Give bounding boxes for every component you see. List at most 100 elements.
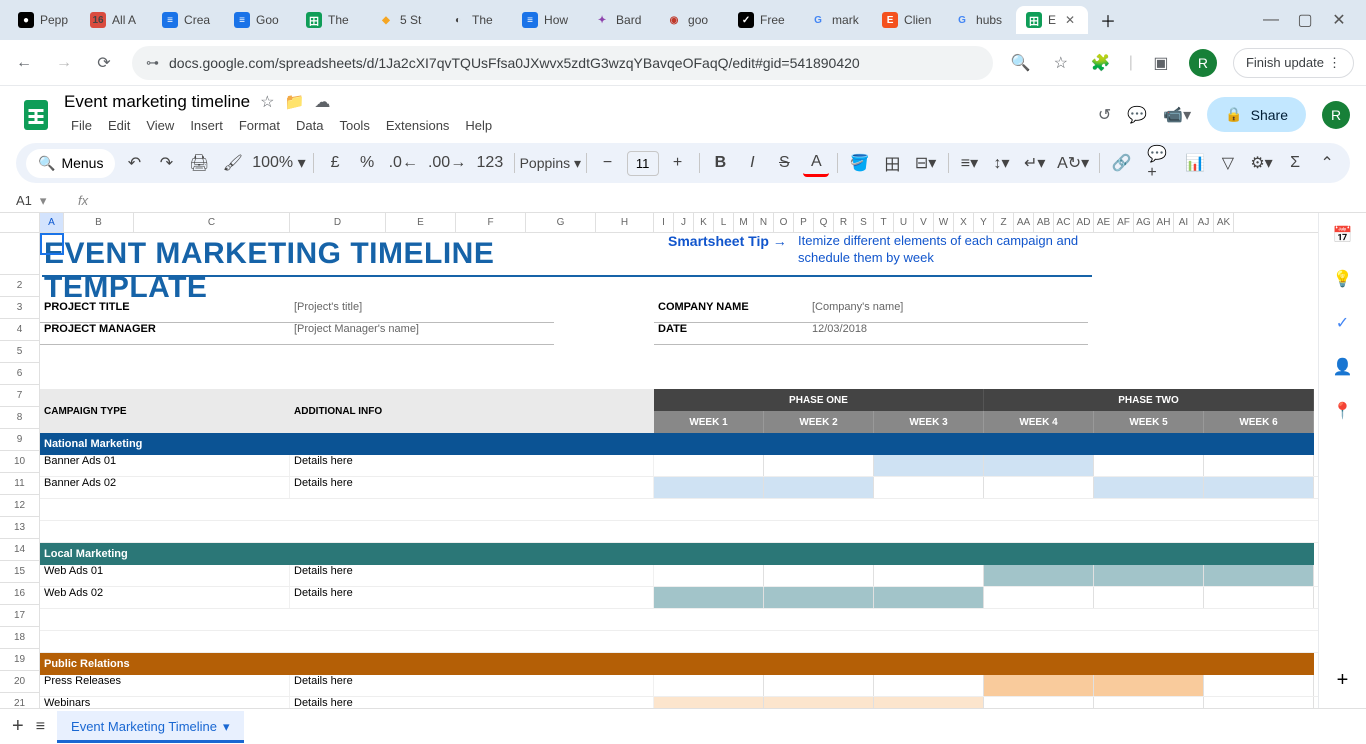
column-header[interactable]: AD [1074, 213, 1094, 232]
maximize-icon[interactable]: ▢ [1298, 13, 1312, 27]
table-cell[interactable]: Web Ads 02 [40, 587, 290, 608]
timeline-cell[interactable] [764, 477, 874, 498]
font-size-input[interactable]: 11 [627, 151, 659, 176]
functions-button[interactable]: Σ [1282, 149, 1308, 177]
column-header[interactable]: R [834, 213, 854, 232]
column-header[interactable]: W [934, 213, 954, 232]
row-header[interactable]: 4 [0, 319, 40, 341]
column-header[interactable]: A [40, 213, 64, 232]
column-header[interactable]: M [734, 213, 754, 232]
menu-insert[interactable]: Insert [183, 114, 230, 137]
column-header[interactable]: H [596, 213, 654, 232]
browser-tab[interactable]: 16All A [80, 6, 150, 34]
finish-update-button[interactable]: Finish update⋮ [1233, 48, 1354, 78]
column-header[interactable]: AJ [1194, 213, 1214, 232]
table-cell[interactable]: Details here [290, 565, 654, 586]
account-avatar[interactable]: R [1322, 101, 1350, 129]
column-header[interactable]: Y [974, 213, 994, 232]
maps-icon[interactable]: 📍 [1333, 401, 1353, 421]
column-header[interactable]: Z [994, 213, 1014, 232]
column-header[interactable]: E [386, 213, 456, 232]
browser-tab[interactable]: EClien [872, 6, 942, 34]
column-header[interactable]: AK [1214, 213, 1234, 232]
redo-button[interactable]: ↷ [153, 149, 179, 177]
select-all-corner[interactable] [0, 213, 40, 233]
sheets-logo-icon[interactable] [16, 95, 56, 135]
row-header[interactable]: 8 [0, 407, 40, 429]
contacts-icon[interactable]: 👤 [1333, 357, 1353, 377]
menu-edit[interactable]: Edit [101, 114, 137, 137]
timeline-cell[interactable] [654, 697, 764, 708]
add-panel-button[interactable]: + [1337, 669, 1349, 692]
column-header[interactable]: AC [1054, 213, 1074, 232]
row-header[interactable]: 15 [0, 561, 40, 583]
history-icon[interactable]: ↺ [1098, 105, 1111, 125]
timeline-cell[interactable] [1094, 565, 1204, 586]
row-header[interactable]: 14 [0, 539, 40, 561]
calendar-icon[interactable]: 📅 [1333, 225, 1353, 245]
row-header[interactable]: 13 [0, 517, 40, 539]
percent-button[interactable]: % [354, 149, 380, 177]
browser-tab[interactable]: ◆5 St [368, 6, 438, 34]
decrease-decimal-button[interactable]: .0← [386, 149, 420, 177]
tasks-icon[interactable]: ✓ [1336, 313, 1349, 333]
profile-avatar[interactable]: R [1189, 49, 1217, 77]
column-header[interactable]: B [64, 213, 134, 232]
browser-tab[interactable]: ✦Bard [584, 6, 654, 34]
currency-button[interactable]: £ [322, 149, 348, 177]
close-window-icon[interactable]: ✕ [1332, 13, 1346, 27]
table-cell[interactable]: Details here [290, 455, 654, 476]
column-header[interactable]: N [754, 213, 774, 232]
undo-button[interactable]: ↶ [121, 149, 147, 177]
rotate-button[interactable]: A↻▾ [1055, 149, 1092, 177]
fill-color-button[interactable]: 🪣 [846, 149, 873, 177]
table-cell[interactable]: Banner Ads 02 [40, 477, 290, 498]
timeline-cell[interactable] [1094, 675, 1204, 696]
column-header[interactable]: V [914, 213, 934, 232]
timeline-cell[interactable] [984, 675, 1094, 696]
filter-button[interactable]: ▽ [1215, 149, 1241, 177]
text-color-button[interactable]: A [803, 149, 829, 177]
address-bar[interactable]: ⊶ docs.google.com/spreadsheets/d/1Ja2cXI… [132, 46, 993, 80]
column-header[interactable]: K [694, 213, 714, 232]
all-sheets-button[interactable]: ≡ [36, 718, 45, 736]
table-cell[interactable]: Details here [290, 675, 654, 696]
column-header[interactable]: X [954, 213, 974, 232]
timeline-cell[interactable] [874, 587, 984, 608]
menus-button[interactable]: 🔍Menus [26, 149, 115, 178]
table-cell[interactable]: Banner Ads 01 [40, 455, 290, 476]
wrap-button[interactable]: ↵▾ [1020, 149, 1048, 177]
browser-tab[interactable]: Gmark [800, 6, 870, 34]
column-header[interactable]: P [794, 213, 814, 232]
timeline-cell[interactable] [654, 477, 764, 498]
table-cell[interactable]: Details here [290, 697, 654, 708]
timeline-cell[interactable] [1204, 565, 1314, 586]
h-align-button[interactable]: ≡▾ [956, 149, 982, 177]
menu-format[interactable]: Format [232, 114, 287, 137]
more-formats-button[interactable]: 123 [474, 149, 506, 177]
row-header[interactable]: 5 [0, 341, 40, 363]
column-header[interactable]: L [714, 213, 734, 232]
forward-button[interactable]: → [52, 51, 76, 75]
strikethrough-button[interactable]: S [771, 149, 797, 177]
star-icon[interactable]: ☆ [260, 92, 274, 112]
table-cell[interactable]: Web Ads 01 [40, 565, 290, 586]
column-header[interactable]: G [526, 213, 596, 232]
add-sheet-button[interactable]: + [12, 715, 24, 738]
column-header[interactable]: D [290, 213, 386, 232]
browser-tab[interactable]: ✓Free [728, 6, 798, 34]
column-header[interactable]: Q [814, 213, 834, 232]
column-header[interactable]: AE [1094, 213, 1114, 232]
browser-tab[interactable]: 田The [296, 6, 366, 34]
row-header[interactable]: 12 [0, 495, 40, 517]
browser-tab[interactable]: ◐The [440, 6, 510, 34]
increase-font-button[interactable]: + [665, 149, 691, 177]
close-icon[interactable]: ✕ [1062, 12, 1078, 28]
row-header[interactable]: 18 [0, 627, 40, 649]
filter-views-button[interactable]: ⚙▾ [1247, 149, 1276, 177]
menu-view[interactable]: View [139, 114, 181, 137]
table-cell[interactable]: Webinars [40, 697, 290, 708]
column-header[interactable]: F [456, 213, 526, 232]
document-title[interactable]: Event marketing timeline [64, 92, 250, 112]
back-button[interactable]: ← [12, 51, 36, 75]
